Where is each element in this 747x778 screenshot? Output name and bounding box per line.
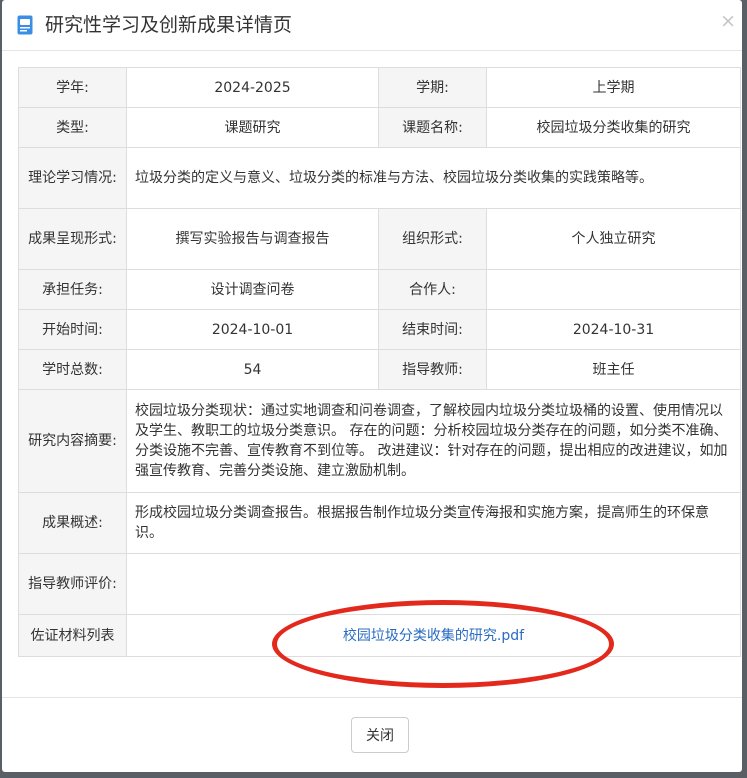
dialog-footer: 关闭	[2, 697, 742, 773]
detail-table: 学年: 2024-2025 学期: 上学期 类型: 课题研究 课题名称: 校园垃…	[18, 67, 741, 657]
dialog-body: 学年: 2024-2025 学期: 上学期 类型: 课题研究 课题名称: 校园垃…	[18, 67, 741, 657]
organization-value: 个人独立研究	[486, 208, 741, 270]
field-label: 组织形式:	[378, 208, 487, 270]
table-row: 学年: 2024-2025 学期: 上学期	[18, 67, 741, 108]
table-row: 类型: 课题研究 课题名称: 校园垃圾分类收集的研究	[18, 107, 741, 148]
field-label: 开始时间:	[18, 309, 127, 350]
field-label: 合作人:	[378, 269, 487, 310]
field-label: 结束时间:	[378, 309, 487, 350]
field-label: 理论学习情况:	[18, 147, 127, 209]
teacher-value: 班主任	[486, 349, 741, 390]
table-row: 理论学习情况: 垃圾分类的定义与意义、垃圾分类的标准与方法、校园垃圾分类收集的实…	[18, 147, 741, 209]
start-date-value: 2024-10-01	[126, 309, 379, 350]
field-label: 指导教师评价:	[18, 553, 127, 615]
field-label: 研究内容摘要:	[18, 389, 127, 493]
table-row: 承担任务: 设计调查问卷 合作人:	[18, 269, 741, 310]
dialog-header: 研究性学习及创新成果详情页 ×	[2, 0, 742, 51]
partner-value	[486, 269, 741, 310]
task-value: 设计调查问卷	[126, 269, 379, 310]
table-row: 指导教师评价:	[18, 553, 741, 615]
field-label: 成果呈现形式:	[18, 208, 127, 270]
table-row: 成果呈现形式: 撰写实验报告与调查报告 组织形式: 个人独立研究	[18, 208, 741, 270]
table-row: 佐证材料列表 校园垃圾分类收集的研究.pdf	[18, 614, 741, 657]
document-icon	[17, 15, 33, 35]
evidence-cell: 校园垃圾分类收集的研究.pdf	[126, 614, 741, 657]
field-label: 学期:	[378, 67, 487, 108]
detail-dialog: 研究性学习及创新成果详情页 × 学年: 2024-2025 学期: 上学期 类型…	[2, 0, 742, 772]
field-label: 承担任务:	[18, 269, 127, 310]
hours-value: 54	[126, 349, 379, 390]
end-date-value: 2024-10-31	[486, 309, 741, 350]
table-row: 研究内容摘要: 校园垃圾分类现状：通过实地调查和问卷调查，了解校园内垃圾分类垃圾…	[18, 389, 741, 493]
dialog-title: 研究性学习及创新成果详情页	[45, 14, 293, 36]
table-row: 学时总数: 54 指导教师: 班主任	[18, 349, 741, 390]
field-label: 课题名称:	[378, 107, 487, 148]
school-year-value: 2024-2025	[126, 67, 379, 108]
summary-value: 形成校园垃圾分类调查报告。根据报告制作垃圾分类宣传海报和实施方案，提高师生的环保…	[126, 492, 741, 554]
evidence-file-link[interactable]: 校园垃圾分类收集的研究.pdf	[343, 628, 524, 644]
topic-value: 校园垃圾分类收集的研究	[486, 107, 741, 148]
type-value: 课题研究	[126, 107, 379, 148]
theory-value: 垃圾分类的定义与意义、垃圾分类的标准与方法、校园垃圾分类收集的实践策略等。	[126, 147, 741, 209]
result-form-value: 撰写实验报告与调查报告	[126, 208, 379, 270]
field-label: 学时总数:	[18, 349, 127, 390]
field-label: 佐证材料列表	[18, 614, 127, 657]
close-button[interactable]: 关闭	[351, 717, 409, 753]
field-label: 成果概述:	[18, 492, 127, 554]
field-label: 指导教师:	[378, 349, 487, 390]
teacher-comment-value	[126, 553, 741, 615]
term-value: 上学期	[486, 67, 741, 108]
table-row: 成果概述: 形成校园垃圾分类调查报告。根据报告制作垃圾分类宣传海报和实施方案，提…	[18, 492, 741, 554]
field-label: 学年:	[18, 67, 127, 108]
close-icon[interactable]: ×	[720, 11, 736, 31]
abstract-value: 校园垃圾分类现状：通过实地调查和问卷调查，了解校园内垃圾分类垃圾桶的设置、使用情…	[126, 389, 741, 493]
field-label: 类型:	[18, 107, 127, 148]
table-row: 开始时间: 2024-10-01 结束时间: 2024-10-31	[18, 309, 741, 350]
